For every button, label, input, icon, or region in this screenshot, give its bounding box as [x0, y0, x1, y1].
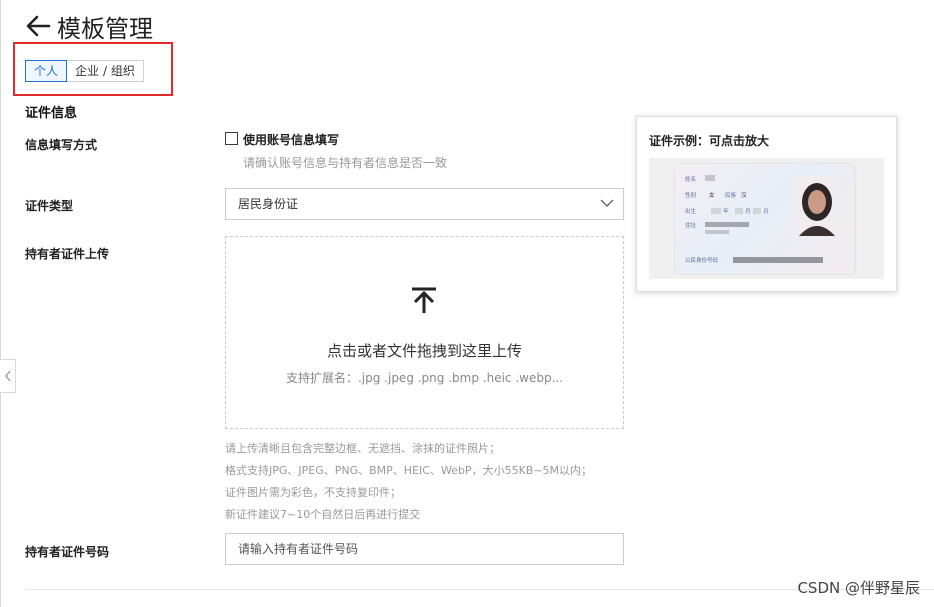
upload-title: 点击或者文件拖拽到这里上传 [326, 342, 522, 360]
back-arrow-icon[interactable] [25, 14, 51, 38]
card-name-blur [705, 175, 715, 181]
card-label-name: 姓名 [685, 175, 696, 183]
card-label-han: 汉 [741, 191, 747, 199]
popover-title: 证件示例：可点击放大 [649, 134, 770, 148]
id-example-popover: 证件示例：可点击放大 姓名 性别 女 民族 汉 出生 年 月 日 住址 公民身份… [636, 116, 897, 292]
card-label-idnum: 公民身份号码 [685, 256, 719, 264]
upload-extensions: 支持扩展名：.jpg .jpeg .png .bmp .heic .webp..… [285, 371, 564, 385]
upload-icon [412, 287, 436, 313]
card-label-female: 女 [709, 191, 715, 199]
chevron-down-icon [600, 199, 614, 207]
card-month-blur [735, 208, 743, 214]
id-example-image[interactable]: 姓名 性别 女 民族 汉 出生 年 月 日 住址 公民身份号码 [649, 158, 884, 279]
id-card-illustration: 姓名 性别 女 民族 汉 出生 年 月 日 住址 公民身份号码 [685, 175, 839, 264]
fill-method-hint: 请确认账号信息与持有者信息是否一致 [243, 156, 448, 170]
card-photo-face [808, 190, 826, 214]
upload-notes: 请上传清晰且包含完整边框、无遮挡、涂抹的证件照片； 格式支持JPG、JPEG、P… [225, 438, 592, 526]
use-account-info-label[interactable]: 使用账号信息填写 [243, 131, 339, 148]
upload-dropzone[interactable]: 点击或者文件拖拽到这里上传 支持扩展名：.jpg .jpeg .png .bmp… [225, 236, 624, 429]
page-title: 模板管理 [57, 15, 153, 43]
id-type-select[interactable]: 居民身份证 [225, 188, 624, 220]
fill-method-label: 信息填写方式 [25, 138, 98, 152]
left-border [0, 0, 1, 607]
tab-personal[interactable]: 个人 [25, 60, 67, 82]
upload-note: 新证件建议7~10个自然日后再进行提交 [225, 508, 421, 521]
card-label-ethnicity: 民族 [725, 191, 737, 199]
card-idnum-blur [733, 257, 823, 263]
card-day-blur [753, 208, 761, 214]
id-card-sample: 姓名 性别 女 民族 汉 出生 年 月 日 住址 公民身份号码 [675, 164, 855, 274]
sidebar-collapse-button[interactable] [0, 359, 16, 393]
watermark: CSDN @伴野星辰 [797, 579, 920, 597]
upload-note: 请上传清晰且包含完整边框、无遮挡、涂抹的证件照片； [225, 442, 500, 455]
upload-label: 持有者证件上传 [25, 247, 110, 261]
card-label-address: 住址 [685, 221, 697, 229]
id-number-input[interactable] [225, 533, 624, 565]
card-address-blur-1 [705, 222, 749, 227]
card-label-gender: 性别 [685, 191, 696, 199]
id-type-label: 证件类型 [25, 199, 74, 213]
upload-note: 格式支持JPG、JPEG、PNG、BMP、HEIC、WebP，大小55KB~5M… [225, 464, 593, 477]
card-address-blur-2 [705, 230, 729, 234]
section-title: 证件信息 [25, 106, 78, 121]
use-account-info-checkbox[interactable] [225, 132, 238, 145]
card-label-day: 日 [763, 208, 769, 215]
card-year-blur [711, 208, 721, 214]
chevron-left-icon [4, 370, 11, 382]
upload-note: 证件图片需为彩色，不支持复印件； [225, 486, 401, 499]
card-label-month: 月 [745, 208, 751, 215]
id-type-selected-value: 居民身份证 [238, 197, 299, 211]
card-label-year: 年 [723, 207, 729, 215]
id-number-label: 持有者证件号码 [25, 545, 110, 559]
tab-organization[interactable]: 企业 / 组织 [67, 60, 144, 82]
card-label-birth: 出生 [685, 207, 697, 215]
